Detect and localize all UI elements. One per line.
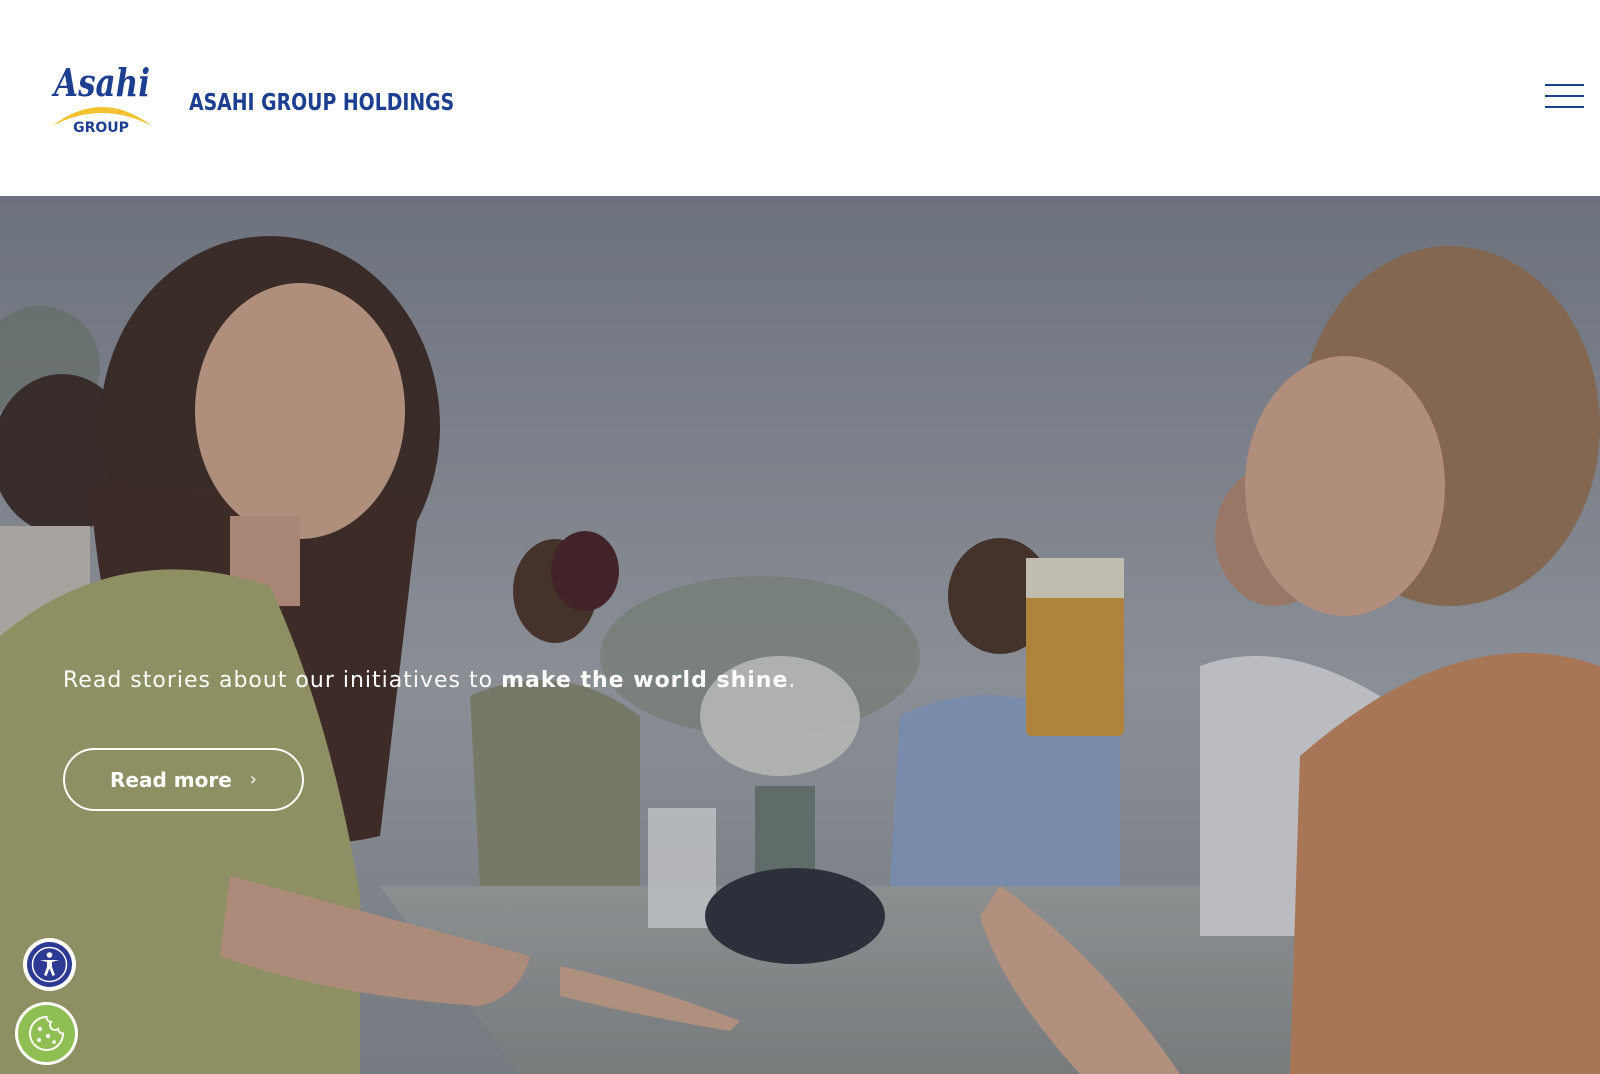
hamburger-menu-icon[interactable] [1538, 78, 1584, 118]
menu-bar [1545, 95, 1584, 97]
hero-banner: Read stories about our initiatives to ma… [0, 196, 1600, 1074]
site-header: Asahi GROUP ASAHI GROUP HOLDINGS [0, 0, 1600, 196]
hero-tagline-normal: Read stories about our initiatives to [63, 668, 502, 693]
logo-subtext: GROUP [73, 120, 129, 136]
read-more-button[interactable]: Read more › [63, 748, 304, 811]
accessibility-icon [27, 942, 72, 987]
read-more-label: Read more [110, 767, 232, 792]
hero-tagline-bold: make the world shine [501, 668, 789, 693]
company-name: ASAHI GROUP HOLDINGS [189, 90, 455, 116]
logo-wordmark: Asahi [52, 60, 150, 105]
cookie-settings-button[interactable] [15, 1002, 78, 1065]
accessibility-button[interactable] [23, 938, 76, 991]
cookie-icon [18, 1005, 75, 1062]
asahi-group-logo[interactable]: Asahi GROUP [48, 58, 156, 138]
menu-bar [1545, 106, 1584, 108]
hero-tagline: Read stories about our initiatives to ma… [63, 668, 796, 693]
menu-bar [1545, 84, 1584, 86]
chevron-right-icon: › [249, 769, 257, 790]
hero-photo [0, 196, 1600, 1074]
hero-tagline-end: . [788, 668, 797, 693]
